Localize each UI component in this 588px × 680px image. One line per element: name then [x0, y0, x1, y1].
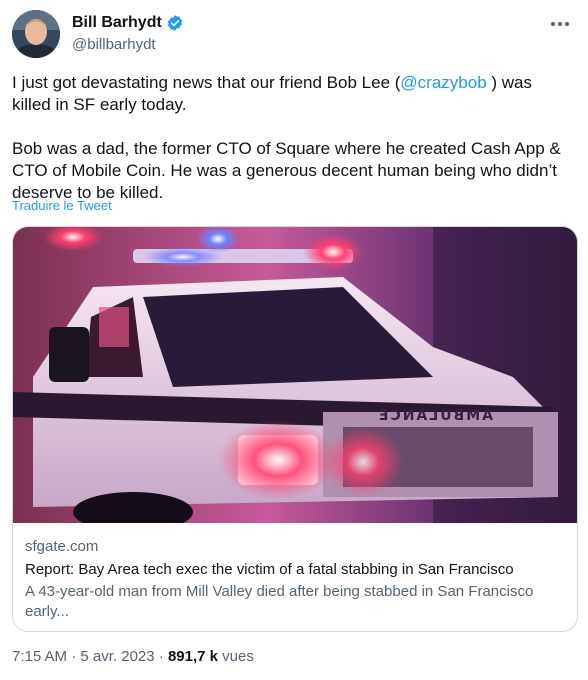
link-preview-card[interactable]: AMBULANCE sfgate.com Report: Bay Area te… — [12, 226, 578, 632]
verified-badge-icon — [166, 14, 184, 32]
card-domain: sfgate.com — [25, 538, 99, 555]
card-description: A 43-year-old man from Mill Valley died … — [25, 583, 534, 620]
tweet-paragraph: I just got devastating news that our fri… — [12, 73, 532, 114]
card-title[interactable]: Report: Bay Area tech exec the victim of… — [25, 560, 565, 580]
author-handle[interactable]: @billbarhydt — [72, 36, 156, 53]
tweet-header: Bill Barhydt @billbarhydt — [12, 10, 578, 60]
translate-tweet-link[interactable]: Traduire le Tweet — [12, 198, 112, 213]
avatar[interactable] — [12, 10, 60, 58]
tweet-meta: 7:15 AM · 5 avr. 2023 · 891,7 k vues — [12, 648, 254, 665]
tweet-text: I just got devastating news that our fri… — [12, 72, 572, 204]
mention-link[interactable]: @crazybob — [400, 73, 486, 92]
tweet-date[interactable]: 5 avr. 2023 — [80, 648, 154, 665]
author-name[interactable]: Bill Barhydt — [72, 14, 162, 32]
views-label: vues — [218, 648, 254, 665]
card-image-text: AMBULANCE — [377, 408, 493, 424]
card-image[interactable]: AMBULANCE — [13, 227, 577, 523]
view-count: 891,7 k — [167, 648, 219, 665]
more-options-icon[interactable] — [548, 14, 572, 34]
tweet-time[interactable]: 7:15 AM — [12, 648, 67, 665]
tweet-paragraph: Bob was a dad, the former CTO of Square … — [12, 139, 561, 202]
